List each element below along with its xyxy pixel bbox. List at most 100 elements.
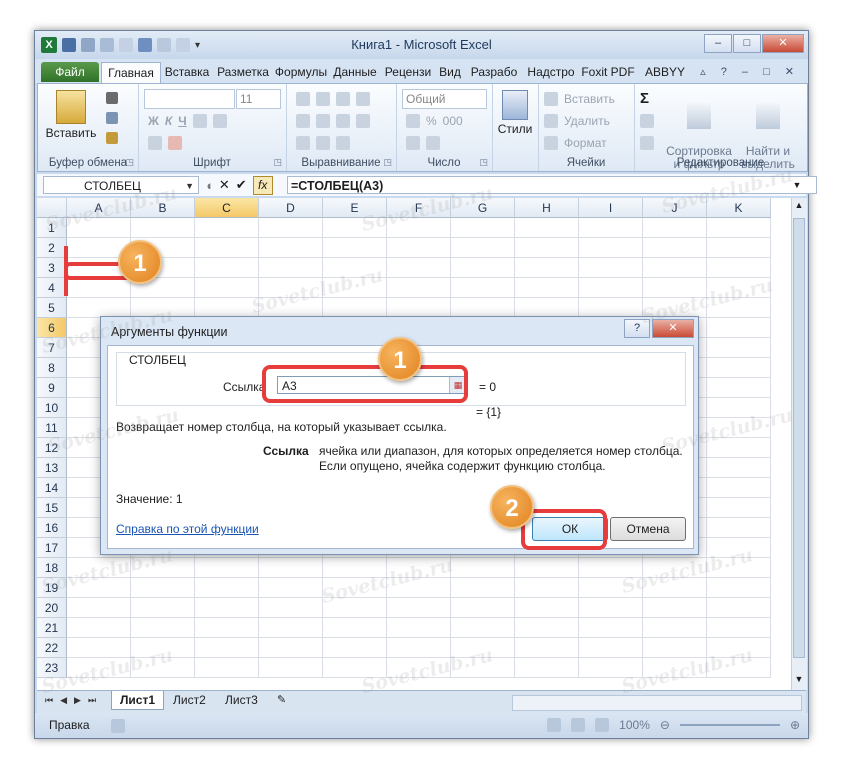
increase-decimal-icon[interactable] bbox=[406, 136, 420, 150]
new-sheet-icon[interactable]: ✎ bbox=[269, 691, 294, 709]
sheet-tab-1[interactable]: Лист1 bbox=[111, 691, 165, 710]
scroll-down-icon[interactable]: ▼ bbox=[793, 674, 805, 688]
row-header-5[interactable]: 5 bbox=[37, 298, 67, 318]
close-button[interactable]: ✕ bbox=[762, 34, 804, 53]
zoom-out-icon[interactable]: ⊖ bbox=[660, 718, 670, 732]
column-header-k[interactable]: K bbox=[707, 198, 771, 218]
tab-view[interactable]: Вид bbox=[437, 62, 463, 82]
column-header-h[interactable]: H bbox=[515, 198, 579, 218]
column-header-d[interactable]: D bbox=[259, 198, 323, 218]
insert-cells-row[interactable]: Вставить bbox=[544, 92, 615, 106]
currency-icon[interactable] bbox=[406, 114, 420, 128]
minimize-button[interactable]: – bbox=[704, 34, 732, 53]
clipboard-launcher-icon[interactable]: ◳ bbox=[125, 157, 134, 168]
sheet-tab-3[interactable]: Лист3 bbox=[217, 691, 266, 709]
row-header-6[interactable]: 6 bbox=[37, 318, 67, 338]
copy-icon[interactable] bbox=[106, 112, 118, 124]
format-cells-row[interactable]: Формат bbox=[544, 136, 607, 150]
vertical-scroll-thumb[interactable] bbox=[793, 218, 805, 658]
align-middle-icon[interactable] bbox=[316, 92, 330, 106]
tab-file[interactable]: Файл bbox=[41, 62, 99, 82]
macro-record-icon[interactable] bbox=[111, 719, 125, 733]
normal-view-icon[interactable] bbox=[547, 718, 562, 732]
merge-icon[interactable] bbox=[356, 114, 370, 128]
cut-icon[interactable] bbox=[106, 92, 118, 104]
grow-font-icon[interactable] bbox=[212, 114, 227, 128]
row-header-22[interactable]: 22 bbox=[37, 638, 67, 658]
tab-addins[interactable]: Надстро bbox=[523, 62, 579, 82]
row-header-15[interactable]: 15 bbox=[37, 498, 67, 518]
fill-color-icon[interactable] bbox=[148, 136, 162, 150]
scroll-up-icon[interactable]: ▲ bbox=[793, 200, 805, 214]
orientation-icon[interactable] bbox=[336, 136, 350, 150]
tab-formulas[interactable]: Формулы bbox=[273, 62, 329, 82]
indent-decrease-icon[interactable] bbox=[296, 136, 310, 150]
sheet-tab-2[interactable]: Лист2 bbox=[165, 691, 214, 709]
align-bottom-icon[interactable] bbox=[336, 92, 350, 106]
dialog-close-button[interactable]: ✕ bbox=[652, 319, 694, 338]
row-header-18[interactable]: 18 bbox=[37, 558, 67, 578]
paste-button[interactable]: Вставить bbox=[44, 90, 98, 140]
maximize-button[interactable]: □ bbox=[733, 34, 761, 53]
cancel-button[interactable]: Отмена bbox=[610, 517, 686, 541]
row-header-1[interactable]: 1 bbox=[37, 218, 67, 238]
font-name-dropdown[interactable] bbox=[144, 89, 235, 109]
number-format-dropdown[interactable]: Общий bbox=[402, 89, 487, 109]
row-header-19[interactable]: 19 bbox=[37, 578, 67, 598]
chevron-down-icon[interactable]: ▼ bbox=[185, 177, 194, 195]
borders-icon[interactable] bbox=[192, 114, 207, 128]
column-header-e[interactable]: E bbox=[323, 198, 387, 218]
font-launcher-icon[interactable]: ◳ bbox=[273, 157, 282, 168]
fill-icon[interactable] bbox=[640, 114, 654, 128]
row-header-7[interactable]: 7 bbox=[37, 338, 67, 358]
align-left-icon[interactable] bbox=[296, 114, 310, 128]
row-header-11[interactable]: 11 bbox=[37, 418, 67, 438]
horizontal-scrollbar[interactable] bbox=[512, 695, 802, 711]
row-header-13[interactable]: 13 bbox=[37, 458, 67, 478]
row-header-14[interactable]: 14 bbox=[37, 478, 67, 498]
tab-home[interactable]: Главная bbox=[101, 62, 161, 83]
page-layout-icon[interactable] bbox=[571, 718, 586, 732]
column-header-b[interactable]: B bbox=[131, 198, 195, 218]
autosum-button[interactable]: Σ bbox=[640, 90, 649, 107]
percent-button[interactable]: % bbox=[426, 114, 437, 128]
row-header-9[interactable]: 9 bbox=[37, 378, 67, 398]
alignment-launcher-icon[interactable]: ◳ bbox=[383, 157, 392, 168]
clear-icon[interactable] bbox=[640, 136, 654, 150]
row-header-3[interactable]: 3 bbox=[37, 258, 67, 278]
bold-button[interactable]: Ж bbox=[148, 114, 159, 128]
row-header-23[interactable]: 23 bbox=[37, 658, 67, 678]
sheet-nav-icons[interactable]: ⏮◀▶⏭ bbox=[45, 695, 103, 706]
tab-abbyy[interactable]: ABBYY PDF bbox=[637, 62, 693, 99]
thousands-button[interactable]: 000 bbox=[443, 114, 463, 128]
font-size-dropdown[interactable]: 11 bbox=[236, 89, 281, 109]
row-header-20[interactable]: 20 bbox=[37, 598, 67, 618]
page-break-icon[interactable] bbox=[595, 718, 610, 732]
tab-insert[interactable]: Вставка bbox=[161, 62, 213, 82]
column-header-j[interactable]: J bbox=[643, 198, 707, 218]
row-header-2[interactable]: 2 bbox=[37, 238, 67, 258]
help-link[interactable]: Справка по этой функции bbox=[116, 522, 259, 536]
tab-review[interactable]: Рецензи bbox=[381, 62, 435, 82]
row-header-12[interactable]: 12 bbox=[37, 438, 67, 458]
format-painter-icon[interactable] bbox=[106, 132, 118, 144]
enter-formula-button[interactable]: ✔ bbox=[236, 177, 247, 193]
delete-cells-row[interactable]: Удалить bbox=[544, 114, 610, 128]
tab-foxit[interactable]: Foxit PDF bbox=[581, 62, 635, 82]
decrease-decimal-icon[interactable] bbox=[426, 136, 440, 150]
row-header-21[interactable]: 21 bbox=[37, 618, 67, 638]
name-box[interactable]: СТОЛБЕЦ ▼ bbox=[43, 176, 199, 194]
column-header-g[interactable]: G bbox=[451, 198, 515, 218]
cancel-formula-button[interactable]: ✕ bbox=[219, 177, 230, 193]
align-center-icon[interactable] bbox=[316, 114, 330, 128]
wrap-text-icon[interactable] bbox=[356, 92, 370, 106]
row-header-8[interactable]: 8 bbox=[37, 358, 67, 378]
styles-button[interactable]: Стили bbox=[495, 90, 535, 136]
tab-layout[interactable]: Разметка bbox=[215, 62, 271, 82]
row-header-17[interactable]: 17 bbox=[37, 538, 67, 558]
font-color-icon[interactable] bbox=[168, 136, 182, 150]
formula-input[interactable]: =СТОЛБЕЦ(А3) bbox=[287, 176, 817, 194]
dialog-help-button[interactable]: ? bbox=[624, 319, 650, 338]
column-header-c[interactable]: C bbox=[195, 198, 259, 218]
vertical-scrollbar[interactable]: ▲ ▼ bbox=[791, 198, 807, 690]
